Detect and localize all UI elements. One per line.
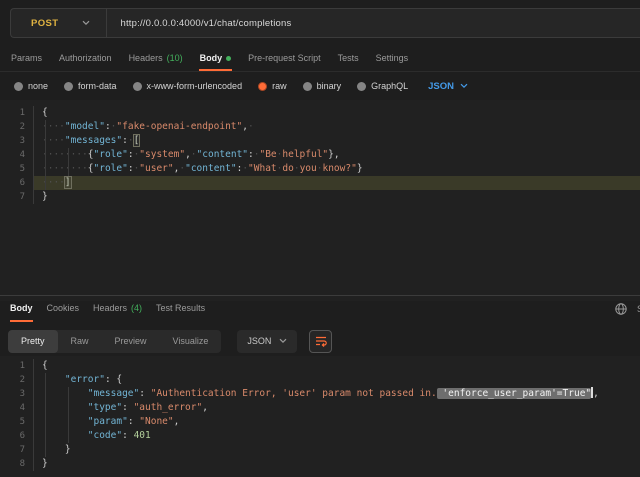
response-body-editor[interactable]: 1{2 "error": {3 "message": "Authenticati… [0, 356, 640, 477]
indent-guide [45, 373, 46, 457]
tab-tests[interactable]: Tests [337, 47, 360, 71]
indent-guide [68, 148, 69, 176]
line-number: 4 [0, 148, 34, 162]
postman-window: POST http://0.0.0.0:4000/v1/chat/complet… [0, 0, 640, 477]
line-number: 6 [0, 429, 34, 443]
wrap-text-button[interactable] [309, 330, 332, 353]
line-number: 1 [0, 359, 34, 373]
line-number: 3 [0, 387, 34, 401]
line-number: 3 [0, 134, 34, 148]
method-selector[interactable]: POST [11, 9, 106, 37]
line-number: 5 [0, 162, 34, 176]
tab-body[interactable]: Body [199, 47, 233, 71]
radio-icon [357, 82, 366, 91]
line-number: 7 [0, 190, 34, 204]
tab-pre-request-script[interactable]: Pre-request Script [247, 47, 322, 71]
code-line[interactable]: 4········{"role":·"system",·"content":·"… [0, 148, 640, 162]
line-number: 5 [0, 415, 34, 429]
globe-icon[interactable] [614, 302, 628, 316]
line-number: 7 [0, 443, 34, 457]
radio-graphql[interactable]: GraphQL [357, 81, 408, 91]
unsaved-changes-dot [226, 56, 231, 61]
code-line[interactable]: 1{ [0, 359, 640, 373]
tab-settings[interactable]: Settings [375, 47, 410, 71]
line-number: 8 [0, 457, 34, 471]
method-label: POST [31, 18, 58, 29]
code-line[interactable]: 1{ [0, 106, 640, 120]
indent-guide [68, 387, 69, 443]
radio-form-data[interactable]: form-data [64, 81, 117, 91]
code-line[interactable]: 2 "error": { [0, 373, 640, 387]
line-number: 1 [0, 106, 34, 120]
code-line[interactable]: 4 "type": "auth_error", [0, 401, 640, 415]
body-type-options: none form-data x-www-form-urlencoded raw… [0, 75, 640, 97]
response-view-toolbar: Pretty Raw Preview Visualize JSON [0, 328, 640, 354]
radio-none[interactable]: none [14, 81, 48, 91]
chevron-down-icon [82, 20, 90, 26]
headers-count: (10) [167, 53, 183, 63]
line-number: 2 [0, 120, 34, 134]
code-line[interactable]: 3 "message": "Authentication Error, 'use… [0, 387, 640, 401]
response-tab-cookies[interactable]: Cookies [47, 296, 80, 322]
radio-raw[interactable]: raw [258, 81, 287, 91]
chevron-down-icon [460, 83, 468, 89]
radio-icon [14, 82, 23, 91]
radio-binary[interactable]: binary [303, 81, 342, 91]
response-tab-body[interactable]: Body [10, 296, 33, 322]
code-line[interactable]: 6····] [0, 176, 640, 190]
radio-icon [258, 82, 267, 91]
view-raw-button[interactable]: Raw [58, 330, 102, 353]
code-line[interactable]: 5 "param": "None", [0, 415, 640, 429]
chevron-down-icon [279, 338, 287, 344]
line-number: 4 [0, 401, 34, 415]
radio-icon [64, 82, 73, 91]
radio-x-www-form-urlencoded[interactable]: x-www-form-urlencoded [133, 81, 243, 91]
response-language-selector[interactable]: JSON [237, 330, 297, 353]
response-tab-test-results[interactable]: Test Results [156, 296, 205, 322]
body-language-selector[interactable]: JSON [428, 81, 468, 92]
code-line[interactable]: 8} [0, 457, 640, 471]
view-preview-button[interactable]: Preview [102, 330, 160, 353]
view-mode-segmented-control: Pretty Raw Preview Visualize [8, 330, 221, 353]
request-body-editor[interactable]: 1{2····"model":·"fake-openai-endpoint",·… [0, 100, 640, 301]
tab-authorization[interactable]: Authorization [58, 47, 113, 71]
code-line[interactable]: 7} [0, 190, 640, 204]
code-line[interactable]: 5········{"role":·"user",·"content":·"Wh… [0, 162, 640, 176]
wrap-text-icon [314, 334, 328, 348]
response-headers-count: (4) [131, 303, 142, 313]
request-url-bar: POST http://0.0.0.0:4000/v1/chat/complet… [10, 8, 640, 38]
indent-guide [45, 120, 46, 190]
line-number: 2 [0, 373, 34, 387]
response-tabs: Body Cookies Headers(4) Test Results S [0, 296, 640, 322]
line-number: 6 [0, 176, 34, 190]
view-pretty-button[interactable]: Pretty [8, 330, 58, 353]
radio-icon [133, 82, 142, 91]
response-tab-headers[interactable]: Headers(4) [93, 296, 142, 322]
request-tabs: Params Authorization Headers(10) Body Pr… [0, 47, 640, 72]
code-line[interactable]: 3····"messages":·[ [0, 134, 640, 148]
code-line[interactable]: 2····"model":·"fake-openai-endpoint",· [0, 120, 640, 134]
radio-icon [303, 82, 312, 91]
tab-headers[interactable]: Headers(10) [128, 47, 184, 71]
url-input[interactable]: http://0.0.0.0:4000/v1/chat/completions [107, 18, 291, 29]
code-line[interactable]: 7 } [0, 443, 640, 457]
code-line[interactable]: 6 "code": 401 [0, 429, 640, 443]
view-visualize-button[interactable]: Visualize [160, 330, 222, 353]
tab-params[interactable]: Params [10, 47, 43, 71]
